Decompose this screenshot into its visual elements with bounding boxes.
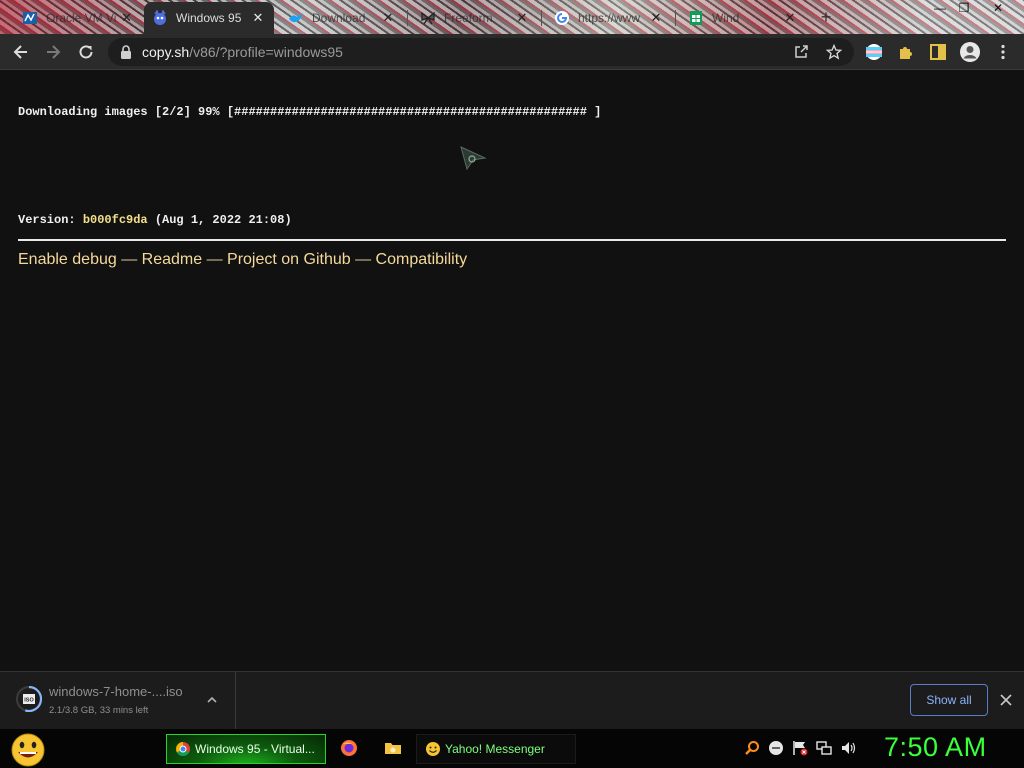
tab-title: Windows 95 xyxy=(176,11,242,25)
tab-title: Oracle VM VirtualBox xyxy=(46,11,117,25)
download-file-name: windows-7-home-....iso xyxy=(49,684,183,699)
search-icon[interactable] xyxy=(744,740,760,756)
minimize-button[interactable]: — xyxy=(928,0,952,16)
horizontal-rule xyxy=(18,239,1006,241)
iso-file-icon: ISO xyxy=(16,686,42,712)
tab-close-icon[interactable]: ✕ xyxy=(250,10,266,26)
menu-kebab-icon[interactable] xyxy=(992,41,1014,63)
forward-arrow-icon xyxy=(47,45,61,59)
mouse-cursor-icon xyxy=(460,146,487,171)
enable-debug-link[interactable]: Enable debug xyxy=(18,251,117,268)
tab-close-icon[interactable]: ✕ xyxy=(380,10,396,26)
reload-icon xyxy=(79,45,93,59)
tab-close-icon[interactable]: ✕ xyxy=(514,10,530,26)
link-separator: — xyxy=(202,251,228,268)
browser-tab-strip: Oracle VM VirtualBox ✕ Windows 95 ✕ Down… xyxy=(0,0,1024,34)
virtualbox-icon xyxy=(22,10,38,26)
link-separator: — xyxy=(350,251,376,268)
tab-title: Wind xyxy=(712,11,740,25)
version-hash-link[interactable]: b000fc9da xyxy=(83,213,148,227)
lock-icon xyxy=(120,45,134,59)
task-label: Windows 95 - Virtual... xyxy=(195,742,315,756)
readme-link[interactable]: Readme xyxy=(142,251,202,268)
tab-close-icon[interactable]: ✕ xyxy=(648,10,664,26)
restore-button[interactable]: ❐ xyxy=(952,0,976,16)
page-content: Downloading images [2/2] 99% [##########… xyxy=(0,71,1024,671)
compatibility-link[interactable]: Compatibility xyxy=(376,251,468,268)
close-download-shelf-icon[interactable] xyxy=(996,690,1016,710)
tab-windows95[interactable]: Windows 95 ✕ xyxy=(144,2,274,34)
profile-flag-extension-icon[interactable] xyxy=(863,41,885,63)
tab-close-icon[interactable]: ✕ xyxy=(121,10,132,26)
download-progress-text: 2.1/3.8 GB, 33 mins left xyxy=(49,705,149,716)
chevron-up-icon[interactable] xyxy=(204,692,220,708)
volume-speaker-icon[interactable] xyxy=(840,740,856,756)
tab-separator xyxy=(541,10,542,26)
browser-toolbar: copy.sh/v86/?profile=windows95 xyxy=(0,34,1024,70)
v86-icon xyxy=(152,10,168,26)
download-status-text: Downloading images [2/2] 99% [##########… xyxy=(18,105,602,119)
tab-google[interactable]: https://www ✕ xyxy=(546,4,672,32)
yahoo-smiley-icon xyxy=(426,742,440,756)
taskbar-clock[interactable]: 7:50 AM xyxy=(884,732,987,763)
github-link[interactable]: Project on Github xyxy=(227,251,351,268)
extensions-puzzle-icon[interactable] xyxy=(895,41,917,63)
version-date: (Aug 1, 2022 21:08) xyxy=(147,213,292,227)
action-center-flag-icon[interactable] xyxy=(792,740,808,756)
tab-close-icon[interactable]: ✕ xyxy=(782,10,798,26)
url-path: /v86/?profile=windows95 xyxy=(189,44,343,60)
tab-virtualbox[interactable]: Oracle VM VirtualBox ✕ xyxy=(14,4,140,32)
url-host: copy.sh xyxy=(142,44,190,60)
taskbar: Windows 95 - Virtual... Yahoo! Messenger… xyxy=(0,729,1024,768)
download-shelf: ISO windows-7-home-....iso 2.1/3.8 GB, 3… xyxy=(0,671,1024,730)
google-icon xyxy=(554,10,570,26)
task-label: Yahoo! Messenger xyxy=(445,742,545,756)
show-all-downloads-button[interactable]: Show all xyxy=(910,684,988,716)
back-button[interactable] xyxy=(9,40,33,64)
butterfly-icon xyxy=(420,10,436,26)
start-button-smiley-icon[interactable] xyxy=(8,731,48,767)
window-close-button[interactable]: ✕ xyxy=(986,0,1010,16)
back-arrow-icon xyxy=(13,45,27,59)
tab-title: https://www xyxy=(578,11,641,25)
taskbar-yahoo-messenger[interactable]: Yahoo! Messenger xyxy=(416,734,576,764)
footer-links: Enable debug — Readme — Project on Githu… xyxy=(18,251,467,269)
tab-freeform[interactable]: Freeform ✕ xyxy=(412,4,538,32)
messenger-status-icon[interactable] xyxy=(768,740,784,756)
iso-file-label: ISO xyxy=(24,698,34,704)
side-panel-icon[interactable] xyxy=(927,41,949,63)
tab-download[interactable]: Download ✕ xyxy=(280,4,404,32)
forward-button[interactable] xyxy=(41,40,65,64)
network-icon[interactable] xyxy=(816,740,832,756)
profile-avatar-icon[interactable] xyxy=(959,41,981,63)
sheet-icon xyxy=(688,10,704,26)
chrome-icon xyxy=(176,742,190,756)
tab-separator xyxy=(407,10,408,26)
tab-title: Download xyxy=(312,11,366,25)
address-bar[interactable]: copy.sh/v86/?profile=windows95 xyxy=(108,38,854,66)
download-item[interactable]: ISO windows-7-home-....iso 2.1/3.8 GB, 3… xyxy=(0,672,236,730)
firefox-icon[interactable] xyxy=(340,739,358,757)
new-tab-button[interactable]: + xyxy=(815,6,837,28)
version-line: Version: b000fc9da (Aug 1, 2022 21:08) xyxy=(18,213,292,227)
share-icon[interactable] xyxy=(791,42,811,62)
tab-title: Freeform xyxy=(444,11,493,25)
version-label: Version: xyxy=(18,213,83,227)
link-separator: — xyxy=(116,251,142,268)
bird-icon xyxy=(288,10,304,26)
reload-button[interactable] xyxy=(74,40,98,64)
tab-sheet[interactable]: Wind ✕ xyxy=(680,4,806,32)
taskbar-chrome-window[interactable]: Windows 95 - Virtual... xyxy=(166,734,326,764)
tab-separator xyxy=(675,10,676,26)
folder-icon[interactable] xyxy=(384,739,402,757)
bookmark-star-icon[interactable] xyxy=(824,42,844,62)
